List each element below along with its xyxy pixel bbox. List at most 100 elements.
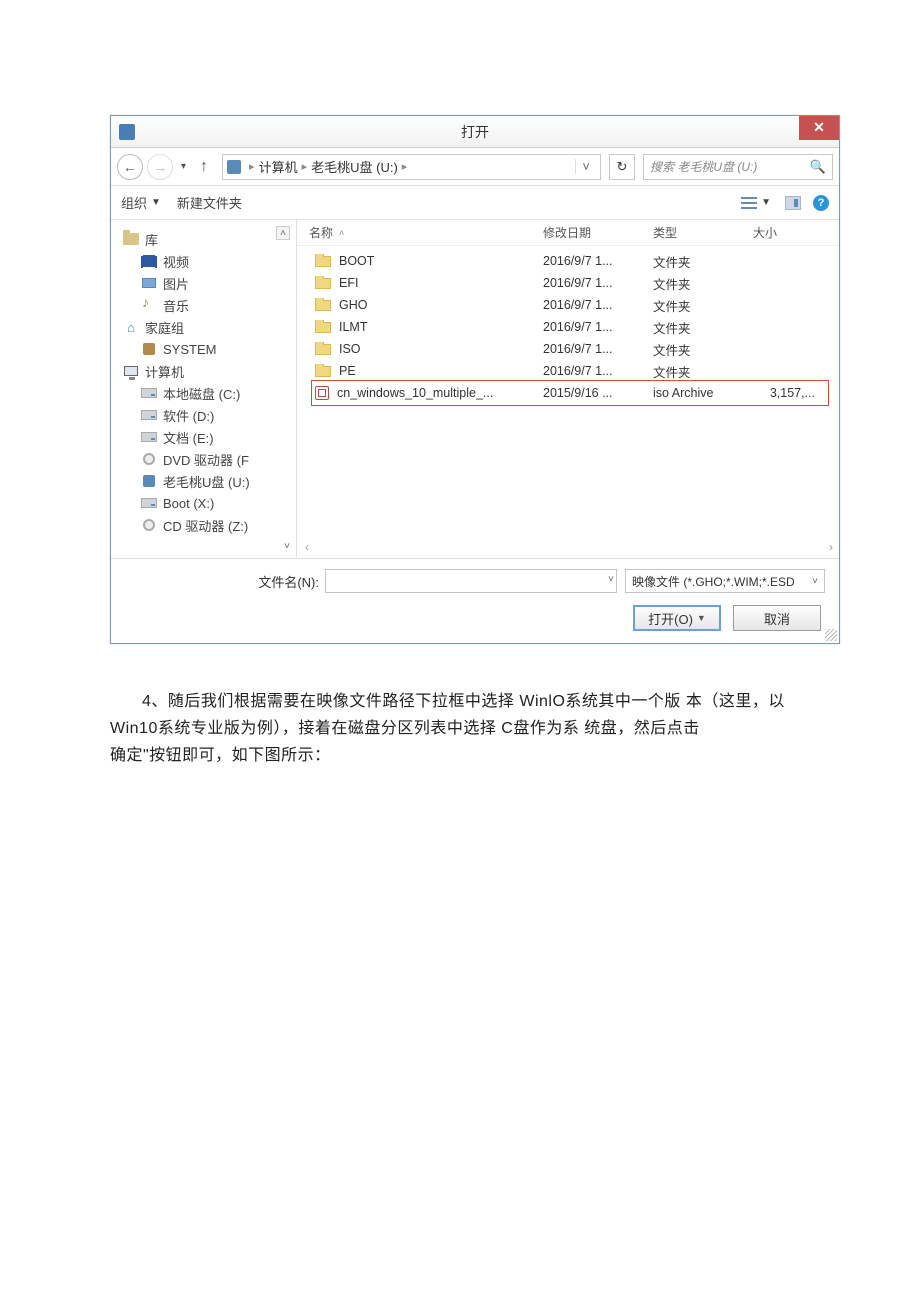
refresh-button[interactable]: ↻ xyxy=(609,154,635,180)
tree-item-music[interactable]: 音乐 xyxy=(141,294,292,316)
tree-item-cd-z[interactable]: CD 驱动器 (Z:) ˅ xyxy=(141,514,292,536)
breadcrumb-seg-computer[interactable]: 计算机 xyxy=(259,157,298,176)
column-name[interactable]: 名称 ˄ xyxy=(297,224,543,241)
file-name: PE xyxy=(339,364,356,378)
file-type: 文件夹 xyxy=(653,296,753,315)
open-button[interactable]: 打开(O) ▼ xyxy=(633,605,721,631)
scroll-indicator-right[interactable]: › xyxy=(829,540,833,554)
file-type: 文件夹 xyxy=(653,252,753,271)
organize-menu[interactable]: 组织 ▼ xyxy=(121,193,161,212)
tree-item-pictures[interactable]: 图片 xyxy=(141,272,292,294)
window-title: 打开 xyxy=(461,122,489,142)
view-options-button[interactable]: ▼ xyxy=(741,196,771,210)
tree-item-local-c[interactable]: 本地磁盘 (C:) xyxy=(141,382,292,404)
computer-icon xyxy=(124,366,138,376)
dialog-footer: 文件名(N): ˅ 映像文件 (*.GHO;*.WIM;*.ESD ˅ 打开(O… xyxy=(111,558,839,643)
file-size: 3,157,... xyxy=(753,386,823,400)
column-headers: 名称 ˄ 修改日期 类型 大小 xyxy=(297,220,839,246)
app-icon xyxy=(119,124,135,140)
cancel-button[interactable]: 取消 xyxy=(733,605,821,631)
search-input[interactable]: 搜索 老毛桃U盘 (U:) 🔍 xyxy=(643,154,833,180)
folder-icon xyxy=(315,256,331,267)
column-size[interactable]: 大小 xyxy=(753,224,823,241)
usb-icon xyxy=(143,475,155,487)
filetype-select[interactable]: 映像文件 (*.GHO;*.WIM;*.ESD ˅ xyxy=(625,569,825,593)
nav-up-button[interactable]: ↑ xyxy=(194,158,214,176)
file-name: ILMT xyxy=(339,320,367,334)
breadcrumb-dropdown[interactable]: ˅ xyxy=(575,159,596,174)
view-icon xyxy=(741,196,757,210)
filename-input[interactable]: ˅ xyxy=(325,569,617,593)
file-row[interactable]: cn_windows_10_multiple_...2015/9/16 ...i… xyxy=(297,382,839,404)
nav-back-button[interactable]: ← xyxy=(117,154,143,180)
file-row[interactable]: EFI2016/9/7 1...文件夹 xyxy=(297,272,839,294)
file-type: 文件夹 xyxy=(653,318,753,337)
chevron-right-icon: ▸ xyxy=(249,160,255,173)
file-type: iso Archive xyxy=(653,386,753,400)
folder-icon xyxy=(315,300,331,311)
file-row[interactable]: ILMT2016/9/7 1...文件夹 xyxy=(297,316,839,338)
breadcrumb[interactable]: ▸ 计算机 ▸ 老毛桃U盘 (U:) ▸ ˅ xyxy=(222,154,601,180)
column-type[interactable]: 类型 xyxy=(653,224,753,241)
filename-dropdown[interactable]: ˅ xyxy=(608,574,614,585)
file-name: BOOT xyxy=(339,254,374,268)
search-icon: 🔍 xyxy=(810,159,826,175)
preview-pane-button[interactable] xyxy=(785,196,801,210)
tree-item-system[interactable]: SYSTEM xyxy=(141,338,292,360)
cd-icon xyxy=(143,519,155,531)
folder-icon xyxy=(315,344,331,355)
hdd-icon xyxy=(141,388,157,398)
instruction-text: 4、随后我们根据需要在映像文件路径下拉框中选择 WinlO系统其中一个版 本（这… xyxy=(110,688,810,770)
nav-history-dropdown[interactable]: ▾ xyxy=(177,161,190,172)
new-folder-button[interactable]: 新建文件夹 xyxy=(177,193,242,212)
file-row[interactable]: BOOT 2016/9/7 1...文件夹 xyxy=(297,250,839,272)
instruction-p1: 4、随后我们根据需要在映像文件路径下拉框中选择 WinlO系统其中一个版 本（这… xyxy=(110,688,810,742)
main-area: ˄ 库 视频 图片 音乐 xyxy=(111,220,839,558)
tree-item-homegroup[interactable]: ⌂ 家庭组 xyxy=(123,316,292,338)
file-date: 2016/9/7 1... xyxy=(543,254,653,268)
folder-tree[interactable]: ˄ 库 视频 图片 音乐 xyxy=(111,220,297,558)
tree-item-dvd-f[interactable]: DVD 驱动器 (F xyxy=(141,448,292,470)
resize-grip[interactable] xyxy=(825,629,837,641)
file-type: 文件夹 xyxy=(653,340,753,359)
file-date: 2015/9/16 ... xyxy=(543,386,653,400)
new-folder-label: 新建文件夹 xyxy=(177,196,242,211)
file-date: 2016/9/7 1... xyxy=(543,276,653,290)
instruction-p2: 确定"按钮即可，如下图所示： xyxy=(110,747,331,764)
tree-item-computer[interactable]: 计算机 xyxy=(123,360,292,382)
tree-item-libraries[interactable]: 库 xyxy=(123,228,292,250)
drive-icon xyxy=(227,160,241,174)
chevron-right-icon: ▸ xyxy=(302,160,308,173)
file-row[interactable]: ISO2016/9/7 1...文件夹 xyxy=(297,338,839,360)
tree-item-soft-d[interactable]: 软件 (D:) xyxy=(141,404,292,426)
folder-icon xyxy=(315,278,331,289)
file-list: 名称 ˄ 修改日期 类型 大小 BOOT2016/9/7 1...文件夹EFI2… xyxy=(297,220,839,558)
tree-item-docs-e[interactable]: 文档 (E:) xyxy=(141,426,292,448)
chevron-right-icon: ▸ xyxy=(402,160,408,173)
file-date: 2016/9/7 1... xyxy=(543,342,653,356)
file-type: 文件夹 xyxy=(653,362,753,381)
open-file-dialog: 打开 ✕ ← → ▾ ↑ ▸ 计算机 ▸ 老毛桃U盘 (U:) ▸ ˅ ↻ 搜索… xyxy=(110,115,840,644)
titlebar: 打开 ✕ xyxy=(111,116,839,148)
chevron-down-icon: ▼ xyxy=(761,197,771,208)
file-rows[interactable]: BOOT2016/9/7 1...文件夹EFI2016/9/7 1...文件夹G… xyxy=(297,246,839,558)
homegroup-icon: ⌂ xyxy=(123,320,139,334)
close-button[interactable]: ✕ xyxy=(799,116,839,140)
filename-label: 文件名(N): xyxy=(125,572,325,591)
column-date[interactable]: 修改日期 xyxy=(543,224,653,241)
help-button[interactable]: ? xyxy=(813,195,829,211)
file-name: GHO xyxy=(339,298,367,312)
breadcrumb-seg-drive[interactable]: 老毛桃U盘 (U:) xyxy=(311,157,398,176)
disc-image-icon xyxy=(315,386,329,400)
file-row[interactable]: GHO2016/9/7 1...文件夹 xyxy=(297,294,839,316)
nav-bar: ← → ▾ ↑ ▸ 计算机 ▸ 老毛桃U盘 (U:) ▸ ˅ ↻ 搜索 老毛桃U… xyxy=(111,148,839,186)
tree-item-usb-u[interactable]: 老毛桃U盘 (U:) xyxy=(141,470,292,492)
scroll-up-button[interactable]: ˄ xyxy=(276,226,290,240)
file-row[interactable]: PE2016/9/7 1...文件夹 xyxy=(297,360,839,382)
tree-item-boot-x[interactable]: Boot (X:) xyxy=(141,492,292,514)
picture-icon xyxy=(142,278,156,288)
scroll-indicator-left[interactable]: ‹ xyxy=(305,540,309,554)
tree-item-videos[interactable]: 视频 xyxy=(141,250,292,272)
nav-forward-button[interactable]: → xyxy=(147,154,173,180)
file-type: 文件夹 xyxy=(653,274,753,293)
